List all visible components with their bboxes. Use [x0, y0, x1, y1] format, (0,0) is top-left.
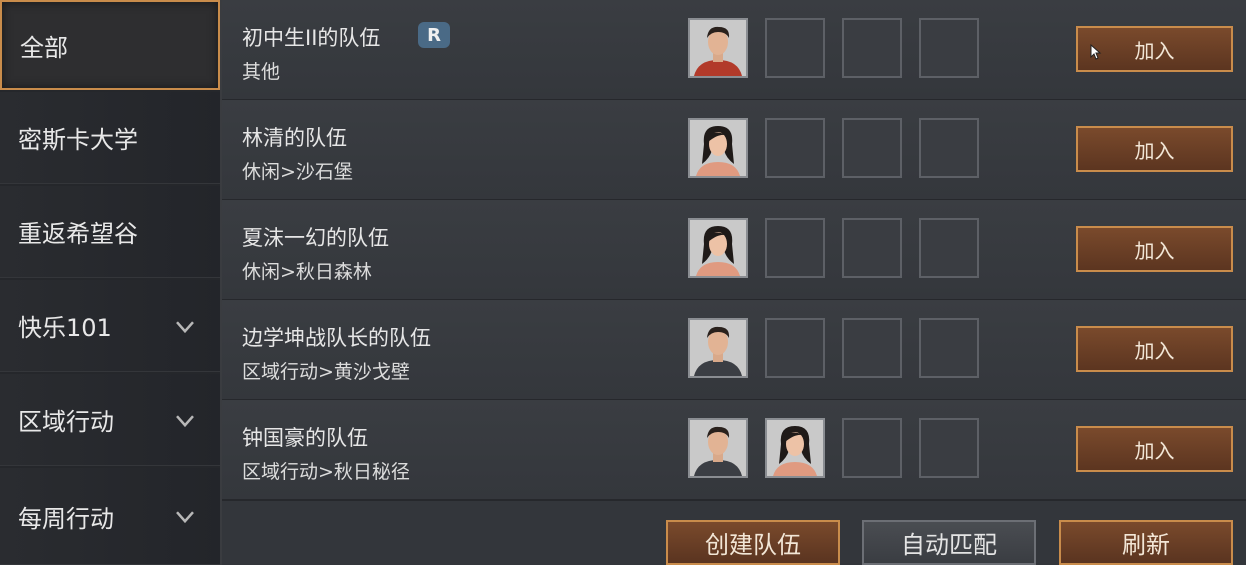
team-name: 钟国豪的队伍 — [242, 426, 368, 450]
member-slot[interactable] — [688, 118, 748, 178]
rank-badge-icon: R — [418, 22, 450, 48]
male-avatar-icon — [690, 320, 746, 376]
sidebar-item-label: 重返希望谷 — [18, 220, 138, 248]
sidebar-item-label: 每周行动 — [18, 504, 114, 533]
team-row: 钟国豪的队伍 区域行动>秋日秘径 加入 — [222, 400, 1246, 501]
member-slot[interactable] — [688, 218, 748, 278]
join-button[interactable]: 加入 — [1076, 226, 1233, 272]
sidebar-item-label: 密斯卡大学 — [18, 126, 138, 154]
member-slot-empty — [842, 18, 902, 78]
member-slot-empty — [919, 418, 979, 478]
member-slot-empty — [765, 118, 825, 178]
female-avatar-icon — [767, 420, 823, 476]
member-slot-empty — [842, 218, 902, 278]
member-slot[interactable] — [688, 318, 748, 378]
sidebar-item-label: 快乐101 — [18, 314, 112, 342]
chevron-down-icon — [176, 511, 194, 524]
team-activity: 休闲>秋日森林 — [242, 261, 372, 283]
member-slot-empty — [919, 118, 979, 178]
auto-match-button[interactable]: 自动匹配 — [862, 520, 1036, 565]
team-activity: 区域行动>黄沙戈壁 — [242, 361, 410, 383]
member-slot[interactable] — [688, 418, 748, 478]
sidebar-item-return-hope-valley[interactable]: 重返希望谷 — [0, 186, 220, 278]
sidebar-item-label: 区域行动 — [18, 408, 114, 436]
team-list-panel: 初中生II的队伍 R 其他 加入 林清的队伍 休闲>沙石堡 加入 夏沫一幻的队伍… — [222, 0, 1246, 565]
member-slot-empty — [919, 218, 979, 278]
sidebar-item-miska-university[interactable]: 密斯卡大学 — [0, 92, 220, 184]
create-team-button[interactable]: 创建队伍 — [666, 520, 840, 565]
chevron-down-icon — [176, 320, 194, 333]
member-slot-empty — [842, 118, 902, 178]
mouse-cursor-icon — [1090, 44, 1102, 60]
refresh-button[interactable]: 刷新 — [1059, 520, 1233, 565]
team-activity: 区域行动>秋日秘径 — [242, 461, 410, 483]
male-avatar-icon — [690, 20, 746, 76]
team-activity: 其他 — [242, 61, 281, 83]
member-slot-empty — [842, 418, 902, 478]
member-slot-empty — [765, 318, 825, 378]
join-button[interactable]: 加入 — [1076, 126, 1233, 172]
sidebar-item-happy-101[interactable]: 快乐101 — [0, 280, 220, 372]
female-avatar-icon — [690, 220, 746, 276]
sidebar-item-all[interactable]: 全部 — [0, 0, 220, 90]
team-row: 边学坤战队长的队伍 区域行动>黄沙戈壁 加入 — [222, 300, 1246, 401]
team-row: 夏沫一幻的队伍 休闲>秋日森林 加入 — [222, 200, 1246, 301]
category-sidebar: 全部 密斯卡大学 重返希望谷 快乐101 区域行动 每周行动 — [0, 0, 222, 565]
team-row: 初中生II的队伍 R 其他 加入 — [222, 0, 1246, 101]
team-name: 林清的队伍 — [242, 126, 347, 150]
member-slot-empty — [919, 18, 979, 78]
team-name: 初中生II的队伍 — [242, 26, 381, 50]
team-name: 边学坤战队长的队伍 — [242, 326, 431, 350]
team-activity: 休闲>沙石堡 — [242, 161, 353, 183]
member-slot[interactable] — [688, 18, 748, 78]
member-slot[interactable] — [765, 418, 825, 478]
team-name: 夏沫一幻的队伍 — [242, 226, 389, 250]
female-avatar-icon — [690, 120, 746, 176]
sidebar-item-weekly-action[interactable]: 每周行动 — [0, 468, 220, 565]
sidebar-item-label: 全部 — [20, 33, 68, 62]
join-button[interactable]: 加入 — [1076, 326, 1233, 372]
member-slot-empty — [765, 18, 825, 78]
member-slot-empty — [919, 318, 979, 378]
member-slot-empty — [765, 218, 825, 278]
chevron-down-icon — [176, 414, 194, 427]
team-row: 林清的队伍 休闲>沙石堡 加入 — [222, 100, 1246, 201]
male-avatar-icon — [690, 420, 746, 476]
join-button[interactable]: 加入 — [1076, 426, 1233, 472]
sidebar-item-area-action[interactable]: 区域行动 — [0, 374, 220, 466]
member-slot-empty — [842, 318, 902, 378]
